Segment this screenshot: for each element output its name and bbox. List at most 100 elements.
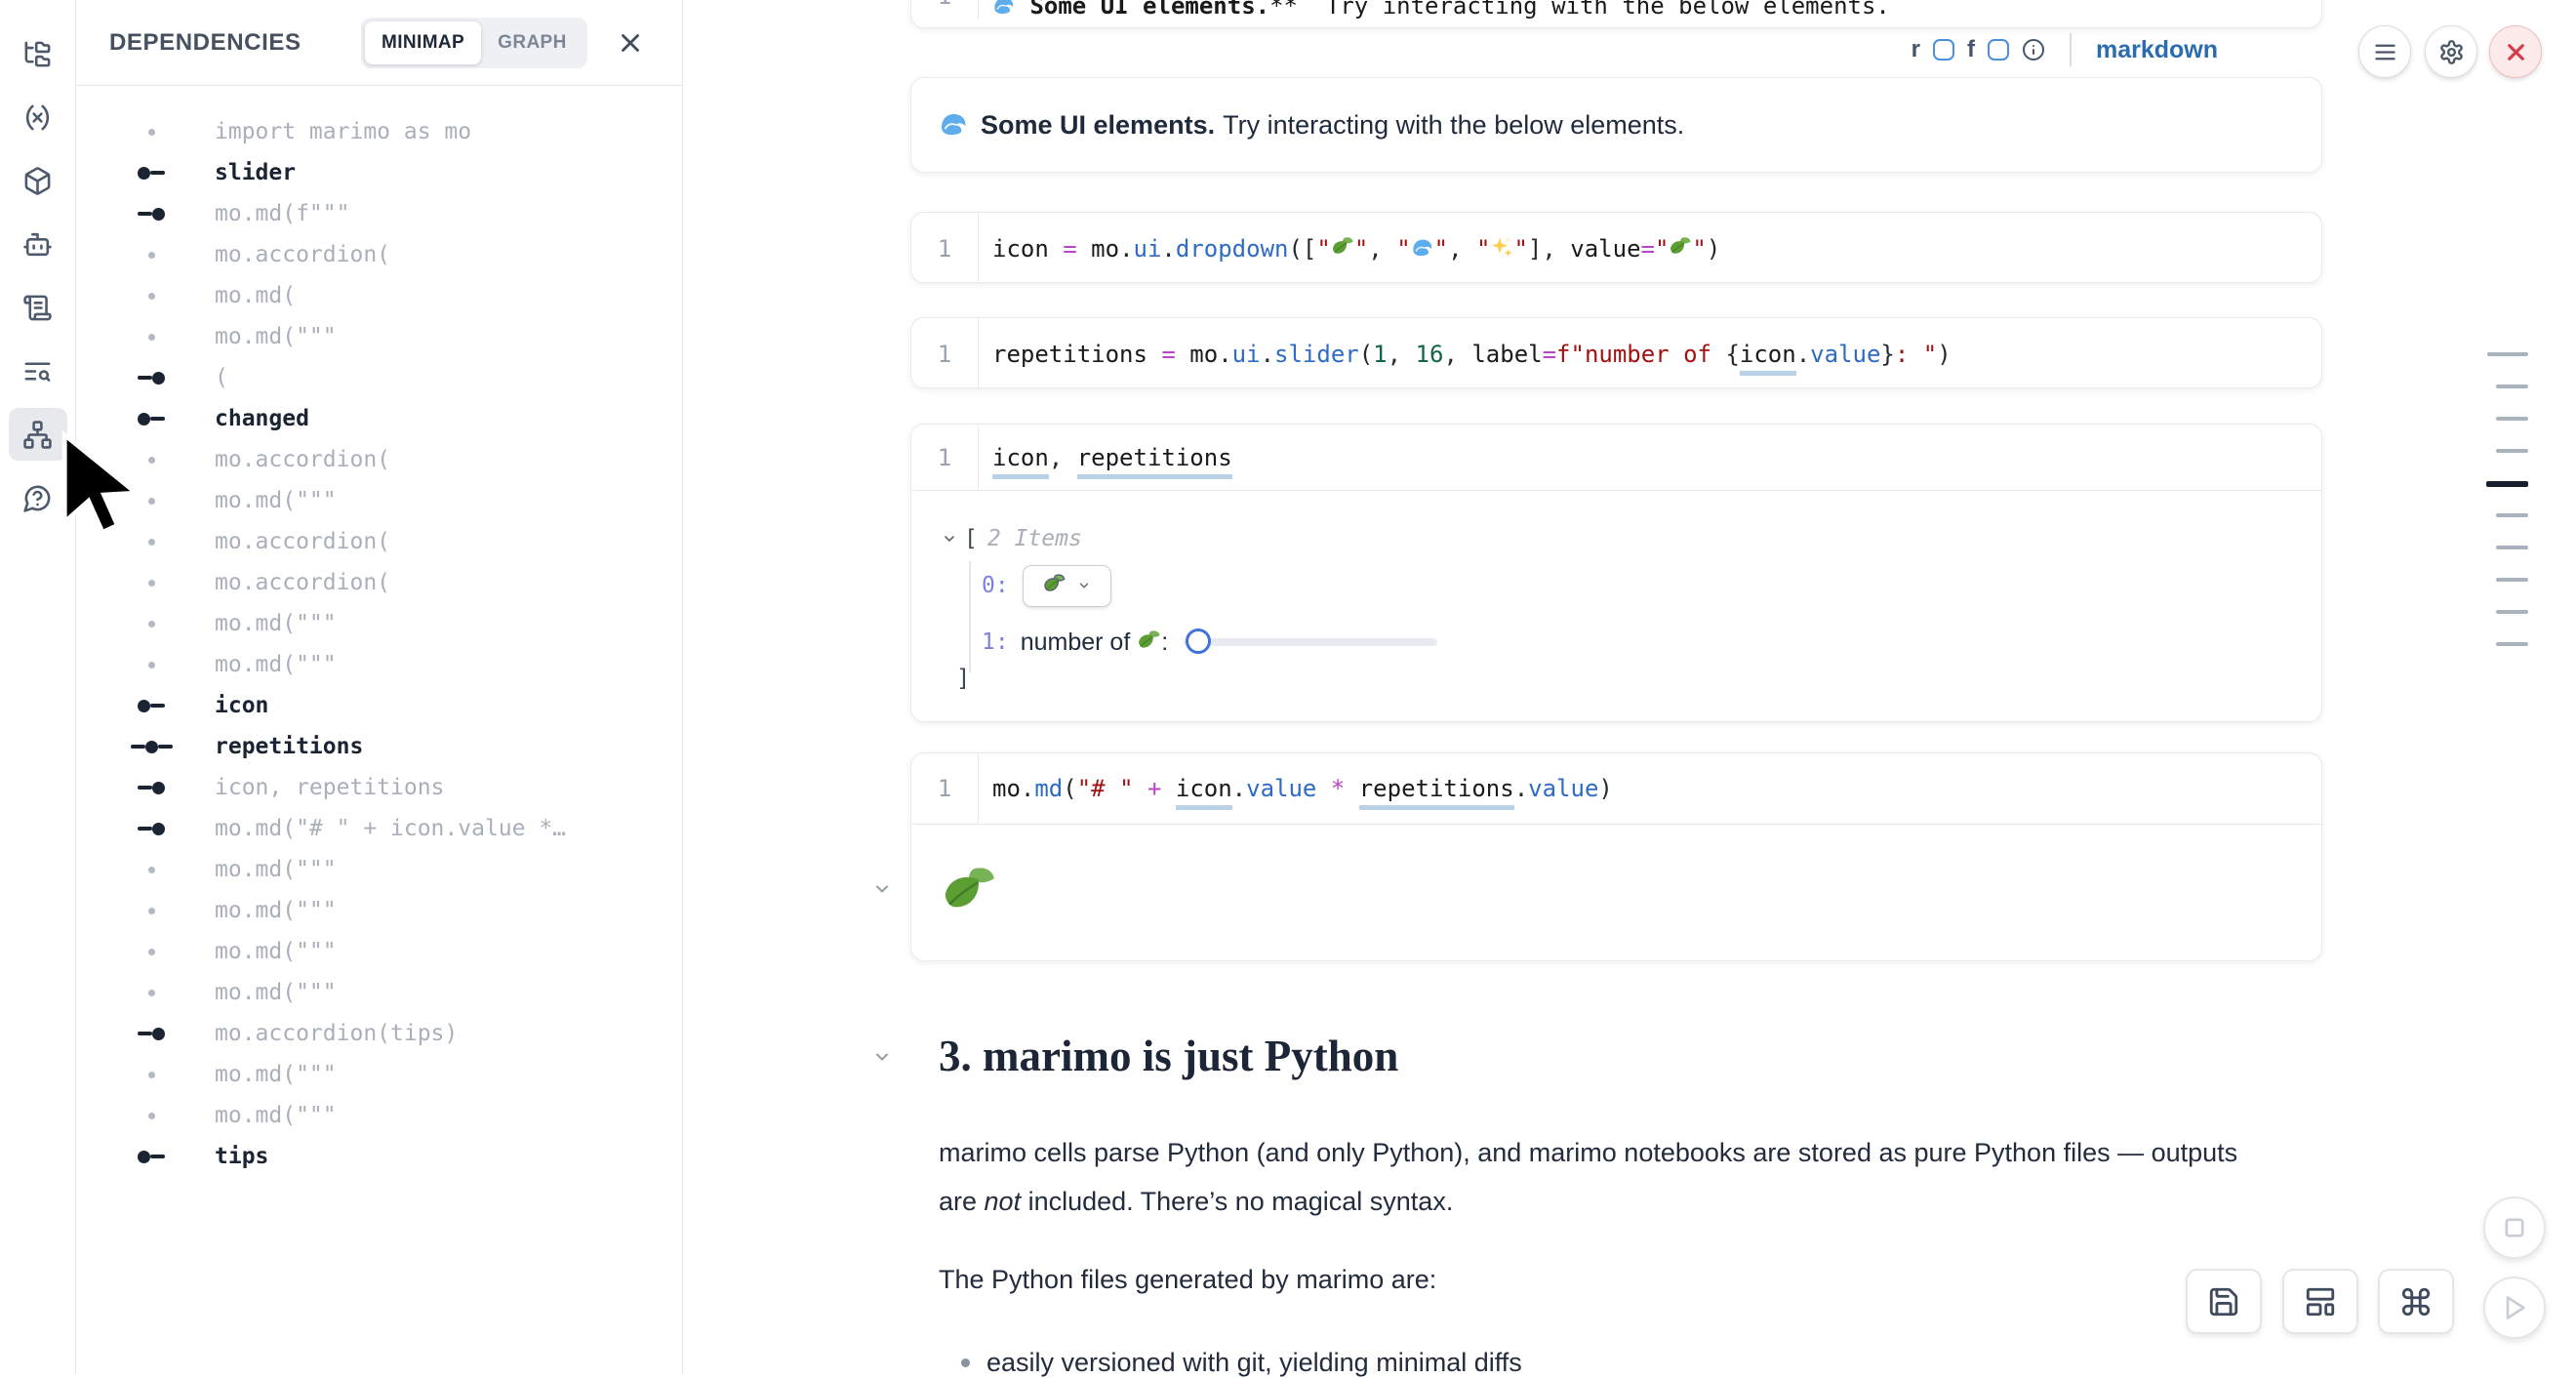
tree-close-bracket: ] bbox=[956, 665, 970, 692]
minimap-item[interactable]: mo.md(""" bbox=[76, 644, 682, 685]
code-cell-tuple[interactable]: 1 icon, repetitions [ 2 Items 0: 1: numb… bbox=[910, 424, 2322, 722]
minimap-item[interactable]: mo.md(""" bbox=[76, 931, 682, 972]
dependency-marker-dot bbox=[130, 990, 173, 996]
code-cell-dropdown[interactable]: 1 icon = mo.ui.dropdown(["", "", ""], va… bbox=[910, 212, 2322, 283]
save-button[interactable] bbox=[2186, 1269, 2262, 1334]
dependency-marker-dot bbox=[130, 908, 173, 914]
minimap-item[interactable]: mo.accordion( bbox=[76, 562, 682, 603]
minimap-item[interactable]: mo.md(f""" bbox=[76, 193, 682, 234]
code-line[interactable]: repetitions = mo.ui.slider(1, 16, label=… bbox=[992, 341, 1952, 368]
minimap-item[interactable]: mo.accordion(tips) bbox=[76, 1013, 682, 1054]
save-icon bbox=[2207, 1285, 2240, 1318]
minimap-item-label: mo.md(""" bbox=[215, 898, 337, 923]
emoji-leaf-icon bbox=[1043, 573, 1066, 595]
toolbar-divider bbox=[2070, 33, 2072, 66]
cell-marker[interactable] bbox=[2496, 385, 2528, 388]
tree-indent-guide bbox=[969, 561, 971, 672]
minimap-item-label: mo.md(""" bbox=[215, 611, 337, 636]
minimap-item[interactable]: mo.md(""" bbox=[76, 890, 682, 931]
minimap-item[interactable]: mo.md(""" bbox=[76, 480, 682, 521]
minimap-item[interactable]: changed bbox=[76, 398, 682, 439]
line-number: 1 bbox=[911, 213, 979, 284]
notebook-main-area: 1 Some UI elements.** Try interacting wi… bbox=[683, 0, 2576, 1374]
minimap-item[interactable]: mo.md(""" bbox=[76, 316, 682, 357]
variables-icon[interactable] bbox=[9, 91, 67, 143]
minimap-item[interactable]: import marimo as mo bbox=[76, 111, 682, 152]
minimap-item[interactable]: mo.accordion( bbox=[76, 234, 682, 275]
markdown-source-line[interactable]: Some UI elements.** Try interacting with… bbox=[992, 0, 1890, 20]
collapse-cell-icon[interactable] bbox=[872, 879, 892, 899]
minimap-item[interactable]: mo.md(""" bbox=[76, 849, 682, 890]
dependency-marker-dot bbox=[130, 252, 173, 259]
code-line[interactable]: mo.md("# " + icon.value * repetitions.va… bbox=[992, 775, 1613, 802]
tab-graph[interactable]: GRAPH bbox=[481, 21, 584, 64]
minimap-item[interactable]: repetitions bbox=[76, 726, 682, 767]
menu-button[interactable] bbox=[2358, 25, 2411, 78]
dependency-marker-dot bbox=[130, 293, 173, 300]
dependency-marker-in bbox=[130, 208, 173, 221]
minimap-item[interactable]: mo.accordion( bbox=[76, 521, 682, 562]
dependency-marker-dot bbox=[130, 1072, 173, 1078]
f-checkbox[interactable] bbox=[1988, 39, 2009, 61]
cell-marker[interactable] bbox=[2496, 417, 2528, 421]
collapse-section-icon[interactable] bbox=[872, 1047, 892, 1067]
language-toggle[interactable]: markdown bbox=[2096, 36, 2218, 64]
minimap-item[interactable]: icon bbox=[76, 685, 682, 726]
line-number: 1 bbox=[911, 425, 979, 490]
r-checkbox[interactable] bbox=[1933, 39, 1954, 61]
cell-marker[interactable] bbox=[2496, 578, 2528, 582]
minimap-item[interactable]: mo.md(""" bbox=[76, 1095, 682, 1136]
code-line[interactable]: icon, repetitions bbox=[992, 444, 1232, 471]
minimap-item-label: mo.md("# " + icon.value *… bbox=[215, 816, 566, 841]
tree-index-1: 1: bbox=[982, 629, 1009, 655]
dependency-marker-out bbox=[130, 167, 173, 180]
minimap-item-label: ( bbox=[215, 365, 228, 390]
code-cell-md[interactable]: 1 mo.md("# " + icon.value * repetitions.… bbox=[910, 752, 2322, 961]
cell-marker[interactable] bbox=[2496, 449, 2528, 453]
chevron-down-icon bbox=[942, 531, 957, 547]
minimap-item[interactable]: mo.md(""" bbox=[76, 603, 682, 644]
code-line[interactable]: icon = mo.ui.dropdown(["", "", ""], valu… bbox=[992, 235, 1720, 263]
layout-button[interactable] bbox=[2282, 1269, 2358, 1334]
cell-marker[interactable] bbox=[2496, 513, 2528, 517]
minimap-item[interactable]: tips bbox=[76, 1136, 682, 1177]
minimap-item[interactable]: ( bbox=[76, 357, 682, 398]
paragraph-1-line-2: are not included. There’s no magical syn… bbox=[939, 1177, 2383, 1226]
markdown-editor-cell[interactable]: 1 Some UI elements.** Try interacting wi… bbox=[910, 0, 2322, 28]
tab-minimap[interactable]: MINIMAP bbox=[365, 21, 481, 64]
stop-button[interactable] bbox=[2483, 1196, 2546, 1259]
chevron-down-icon bbox=[1077, 579, 1091, 592]
snippets-icon[interactable] bbox=[9, 281, 67, 334]
minimap-item[interactable]: icon, repetitions bbox=[76, 767, 682, 808]
ai-assistant-icon[interactable] bbox=[9, 218, 67, 270]
minimap-item[interactable]: mo.accordion( bbox=[76, 439, 682, 480]
settings-button[interactable] bbox=[2425, 25, 2477, 78]
shutdown-button[interactable] bbox=[2489, 25, 2542, 78]
packages-icon[interactable] bbox=[9, 154, 67, 207]
minimap-item[interactable]: mo.md(""" bbox=[76, 1054, 682, 1095]
cell-marker[interactable] bbox=[2496, 642, 2528, 646]
keyboard-shortcuts-button[interactable] bbox=[2378, 1269, 2454, 1334]
minimap-item[interactable]: mo.md( bbox=[76, 275, 682, 316]
slider-thumb[interactable] bbox=[1186, 628, 1211, 654]
dropdown-widget[interactable] bbox=[1023, 565, 1111, 607]
minimap-item-label: mo.md(""" bbox=[215, 980, 337, 1005]
dependency-marker-dot bbox=[130, 334, 173, 341]
cell-marker[interactable] bbox=[2496, 546, 2528, 549]
file-tree-icon[interactable] bbox=[9, 27, 67, 80]
slider-widget[interactable] bbox=[1184, 638, 1437, 646]
active-cell-marker[interactable] bbox=[2486, 481, 2528, 487]
panel-close-icon[interactable] bbox=[616, 28, 645, 58]
info-icon[interactable] bbox=[2022, 38, 2045, 61]
cell-marker[interactable] bbox=[2496, 610, 2528, 614]
minimap-item[interactable]: mo.md("# " + icon.value *… bbox=[76, 808, 682, 849]
minimap-item[interactable]: mo.md(""" bbox=[76, 972, 682, 1013]
run-button[interactable] bbox=[2483, 1277, 2546, 1339]
cell-marker[interactable] bbox=[2487, 352, 2528, 356]
logs-search-icon[interactable] bbox=[9, 344, 67, 397]
minimap-item[interactable]: slider bbox=[76, 152, 682, 193]
tree-index-0: 0: bbox=[982, 573, 1009, 598]
dependency-marker-dot bbox=[130, 867, 173, 873]
tree-expand-row[interactable]: [ 2 Items bbox=[942, 526, 1082, 551]
code-cell-slider[interactable]: 1 repetitions = mo.ui.slider(1, 16, labe… bbox=[910, 317, 2322, 388]
